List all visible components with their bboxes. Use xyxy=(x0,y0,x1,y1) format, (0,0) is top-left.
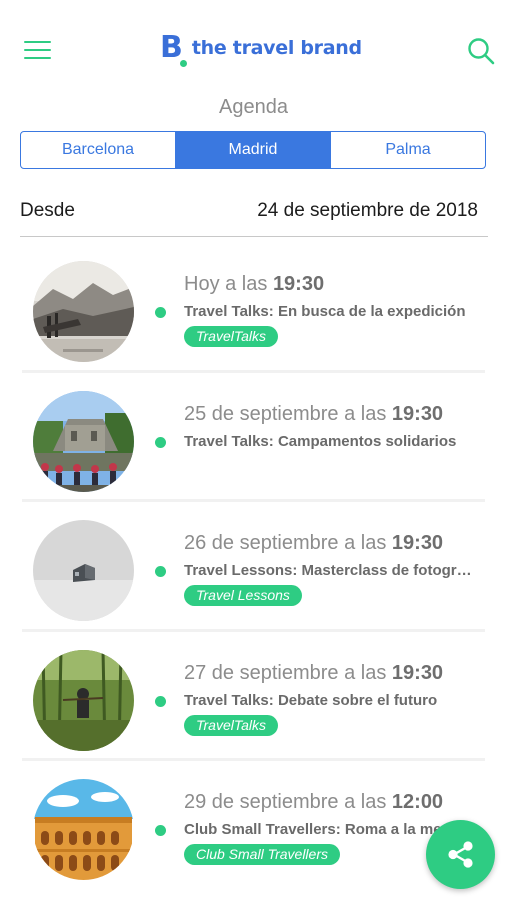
event-time: 19:30 xyxy=(272,273,325,295)
event-title: Travel Talks: En busca de la expedición xyxy=(184,303,466,320)
logo-dot xyxy=(180,60,187,67)
event-status-dot xyxy=(155,307,166,318)
search-icon[interactable] xyxy=(466,36,496,66)
date-filter-value[interactable]: 24 de septiembre de 2018 xyxy=(257,200,478,222)
event-list: Hoy a las 19:30 Travel Talks: En busca d… xyxy=(0,243,507,891)
event-thumbnail-image xyxy=(33,520,134,621)
date-filter-label: Desde xyxy=(20,200,75,221)
event-status-dot xyxy=(155,825,166,836)
app-header: B the travel brand xyxy=(0,0,507,95)
event-title: Travel Talks: Campamentos solidarios xyxy=(184,432,457,450)
event-date-text: 25 de septiembre a las xyxy=(184,402,392,425)
tab-palma[interactable]: Palma xyxy=(330,132,485,168)
event-item[interactable]: 25 de septiembre a las 19:30 Travel Talk… xyxy=(0,373,507,502)
tab-madrid[interactable]: Madrid xyxy=(175,132,330,168)
event-datetime: Hoy a las 19:30 xyxy=(184,273,324,296)
event-time: 19:30 xyxy=(391,661,444,684)
event-thumbnail-image xyxy=(33,649,134,751)
event-tag[interactable]: Club Small Travellers xyxy=(184,844,340,865)
event-time: 19:30 xyxy=(391,402,444,425)
city-segmented-control: Barcelona Madrid Palma xyxy=(20,131,486,169)
event-thumbnail-image xyxy=(33,390,134,492)
event-item[interactable]: 26 de septiembre a las 19:30 Travel Less… xyxy=(0,502,507,632)
event-datetime: 27 de septiembre a las 19:30 xyxy=(184,662,443,685)
share-button[interactable] xyxy=(426,820,495,889)
logo-letter: B xyxy=(160,30,183,65)
event-date-text: Hoy a las xyxy=(184,273,273,295)
event-datetime: 29 de septiembre a las 12:00 xyxy=(184,791,443,814)
event-title: Travel Talks: Debate sobre el futuro xyxy=(184,691,438,709)
event-thumbnail-image xyxy=(33,261,134,362)
event-item[interactable]: 27 de septiembre a las 19:30 Travel Talk… xyxy=(0,632,507,761)
tab-barcelona[interactable]: Barcelona xyxy=(21,132,175,168)
event-datetime: 26 de septiembre a las 19:30 xyxy=(184,532,443,555)
event-date-text: 26 de septiembre a las xyxy=(184,532,392,554)
event-date-text: 27 de septiembre a las xyxy=(184,661,392,684)
event-item[interactable]: Hoy a las 19:30 Travel Talks: En busca d… xyxy=(0,243,507,373)
page-title: Agenda xyxy=(219,96,288,118)
share-icon xyxy=(448,841,473,868)
event-thumbnail-image xyxy=(33,779,134,880)
brand-logo: B the travel brand xyxy=(160,30,362,67)
event-tag[interactable]: TravelTalks xyxy=(184,326,279,347)
event-date-text: 29 de septiembre a las xyxy=(184,791,392,813)
event-time: 19:30 xyxy=(391,532,444,554)
hamburger-menu-icon[interactable] xyxy=(24,40,52,60)
event-datetime: 25 de septiembre a las 19:30 xyxy=(184,403,443,426)
event-status-dot xyxy=(155,566,166,577)
event-status-dot xyxy=(155,436,166,448)
event-time: 12:00 xyxy=(391,791,444,813)
event-title: Travel Lessons: Masterclass de fotografí… xyxy=(184,562,476,579)
event-tag[interactable]: TravelTalks xyxy=(184,714,279,736)
date-filter-row: Desde 24 de septiembre de 2018 xyxy=(20,197,478,225)
divider xyxy=(20,236,488,237)
event-status-dot xyxy=(155,695,166,707)
event-tag[interactable]: Travel Lessons xyxy=(184,585,302,606)
event-title: Club Small Travellers: Roma a la medida xyxy=(184,821,444,838)
logo-text: the travel brand xyxy=(191,37,362,59)
